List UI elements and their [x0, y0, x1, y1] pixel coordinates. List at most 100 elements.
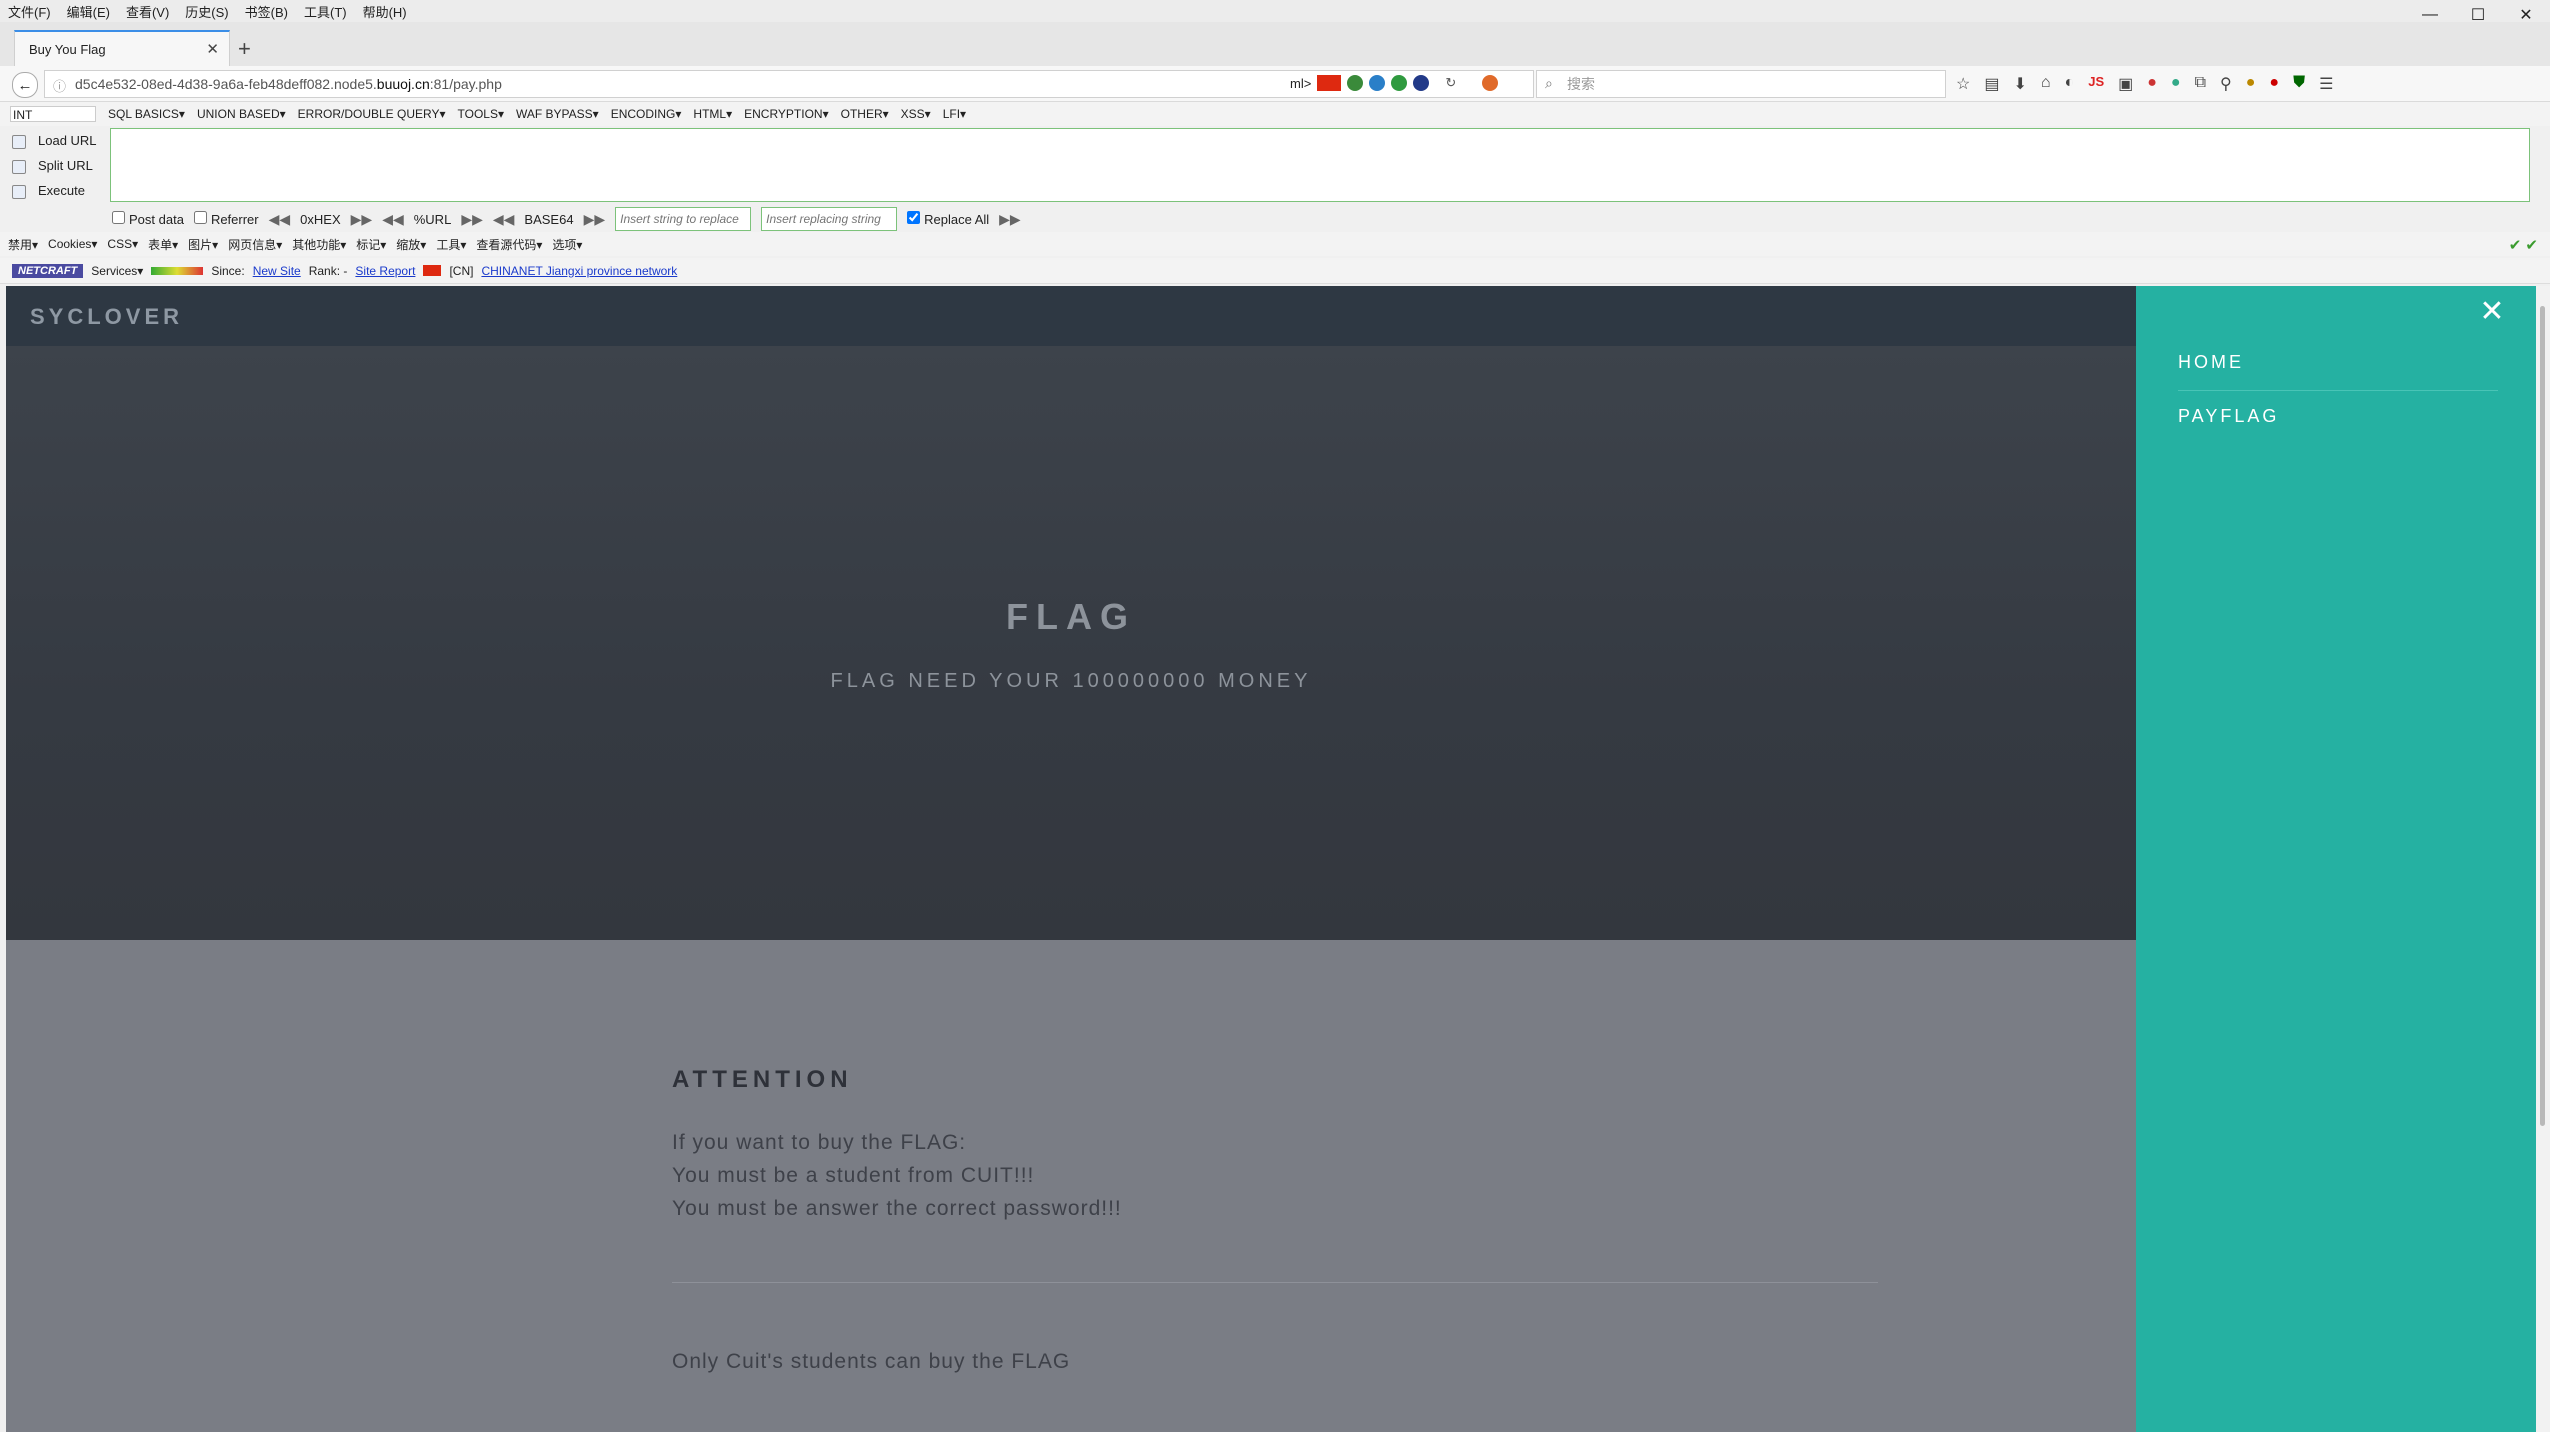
home-icon[interactable]: ⌂ [2041, 74, 2051, 94]
webdev-view-source[interactable]: 查看源代码▾ [476, 236, 542, 253]
hex-encode-arrow-icon[interactable]: ▶▶ [351, 211, 373, 228]
sync-icon[interactable]: ⧉ [2195, 74, 2206, 94]
referrer-option[interactable]: Referrer [193, 211, 259, 227]
addon-red-icon[interactable]: ● [2147, 74, 2157, 94]
hackbar-url-textarea[interactable] [110, 128, 2530, 202]
hackbar-type-select[interactable]: INT [10, 106, 96, 122]
replace-find-input[interactable] [615, 207, 752, 231]
scrollbar-thumb[interactable] [2540, 306, 2545, 1126]
download-icon[interactable]: ⬇ [2013, 74, 2026, 94]
shield-icon[interactable]: ⛊ [2293, 74, 2305, 94]
menu-edit[interactable]: 编辑(E) [67, 2, 110, 21]
menu-tools[interactable]: 工具(T) [304, 2, 347, 21]
back-button[interactable]: ← [12, 72, 38, 98]
toolbar-icons: ☆ ▤ ⬇ ⌂ ◐ JS ▣ ● ● ⧉ ⚲ ● ● ⛊ ☰ [1956, 74, 2333, 94]
webdev-cookies[interactable]: Cookies▾ [48, 237, 97, 251]
reload-icon[interactable]: ↻ [1445, 75, 1456, 91]
search-icon: ⌕ [1545, 75, 1553, 91]
search-placeholder: 搜索 [1567, 76, 1595, 92]
web-page: SYCLOVER FLAG FLAG NEED YOUR 100000000 M… [6, 286, 2536, 1432]
netcraft-services[interactable]: Services▾ [91, 264, 143, 278]
php-icon [1347, 75, 1364, 91]
hackbar-other[interactable]: OTHER▾ [841, 107, 889, 121]
menu-bookmarks[interactable]: 书签(B) [245, 2, 288, 21]
network-link[interactable]: CHINANET Jiangxi province network [481, 264, 677, 278]
monkey-icon[interactable]: ● [2246, 74, 2256, 94]
nav-payflag-link[interactable]: PAYFLAG [2178, 406, 2279, 427]
hackbar-waf-bypass[interactable]: WAF BYPASS▾ [516, 107, 599, 121]
replace-with-input[interactable] [761, 207, 898, 231]
zoom-icon[interactable]: ⚲ [2220, 74, 2232, 94]
addon-icon[interactable] [1482, 75, 1499, 91]
url-encode-arrow-icon[interactable]: ▶▶ [461, 211, 483, 228]
site-info-icon[interactable]: ⓘ [53, 76, 66, 95]
hackbar-union-based[interactable]: UNION BASED▾ [197, 107, 286, 121]
webdev-disable[interactable]: 禁用▾ [8, 236, 38, 253]
site-logo[interactable]: SYCLOVER [30, 304, 183, 330]
adblock-icon[interactable]: ● [2269, 74, 2279, 94]
webdev-outline[interactable]: 标记▾ [356, 236, 386, 253]
hex-decode-arrow-icon[interactable]: ◀◀ [269, 211, 291, 228]
new-tab-button[interactable]: + [238, 36, 251, 62]
hackbar-xss[interactable]: XSS▾ [901, 107, 931, 121]
webdev-images[interactable]: 图片▾ [188, 236, 218, 253]
hackbar-encryption[interactable]: ENCRYPTION▾ [744, 107, 828, 121]
hackbar-html[interactable]: HTML▾ [693, 107, 732, 121]
webdev-resize[interactable]: 缩放▾ [396, 236, 426, 253]
hackbar-tools[interactable]: TOOLS▾ [458, 107, 504, 121]
addon-green-icon[interactable]: ● [2171, 74, 2181, 94]
webdev-tools[interactable]: 工具▾ [436, 236, 466, 253]
tab-close-icon[interactable]: ✕ [206, 40, 219, 58]
attention-heading: ATTENTION [672, 1066, 853, 1093]
base64-label: BASE64 [524, 211, 574, 227]
webdev-misc[interactable]: 其他功能▾ [292, 236, 346, 253]
webdev-page-info[interactable]: 网页信息▾ [228, 236, 282, 253]
hackbar-sql-basics[interactable]: SQL BASICS▾ [108, 107, 185, 121]
back-arrow-icon: ← [17, 76, 33, 94]
china-flag-icon [1317, 75, 1342, 91]
hackbar-lfi[interactable]: LFI▾ [943, 107, 966, 121]
url-label: %URL [413, 211, 452, 227]
attention-line: If you want to buy the FLAG: [672, 1131, 967, 1154]
js-icon[interactable]: JS [2088, 74, 2104, 94]
library-icon[interactable]: ▤ [1984, 74, 1999, 94]
webdev-options[interactable]: 选项▾ [552, 236, 582, 253]
webdev-css[interactable]: CSS▾ [107, 237, 138, 251]
divider [672, 1282, 1878, 1283]
close-menu-icon[interactable]: ✕ [2478, 297, 2506, 327]
bookmark-star-icon[interactable]: ☆ [1956, 74, 1970, 94]
netcraft-logo[interactable]: NETCRAFT [12, 263, 84, 278]
hackbar-encoding[interactable]: ENCODING▾ [611, 107, 682, 121]
since-link[interactable]: New Site [253, 264, 301, 278]
menu-file[interactable]: 文件(F) [8, 2, 51, 21]
nav-home-link[interactable]: HOME [2178, 352, 2244, 373]
referrer-checkbox[interactable] [193, 211, 207, 224]
cn-flag-icon [423, 265, 442, 276]
split-url-button[interactable]: Split URL [10, 153, 97, 178]
menu-view[interactable]: 查看(V) [126, 2, 169, 21]
post-data-checkbox[interactable] [112, 211, 125, 224]
execute-button[interactable]: Execute [10, 178, 97, 203]
replace-run-arrow-icon[interactable]: ▶▶ [999, 211, 1021, 228]
menu-history[interactable]: 历史(S) [185, 2, 228, 21]
menu-help[interactable]: 帮助(H) [363, 2, 407, 21]
webdev-forms[interactable]: 表单▾ [148, 236, 178, 253]
post-data-option[interactable]: Post data [112, 211, 184, 227]
hamburger-menu-icon[interactable]: ☰ [2319, 74, 2333, 94]
url-decode-arrow-icon[interactable]: ◀◀ [382, 211, 404, 228]
navigation-bar: ← ⓘ d5c4e532-08ed-4d38-9a6a-feb48deff082… [0, 66, 2550, 102]
wappalyzer-icon [1369, 75, 1386, 91]
site-report-link[interactable]: Site Report [355, 264, 415, 278]
page-scrollbar[interactable] [2536, 286, 2550, 1432]
tab-buy-you-flag[interactable]: Buy You Flag ✕ [14, 30, 230, 66]
hackbar-error-double-query[interactable]: ERROR/DOUBLE QUERY▾ [298, 107, 446, 121]
replace-all-option[interactable]: Replace All [907, 211, 989, 227]
base64-encode-arrow-icon[interactable]: ▶▶ [584, 211, 606, 228]
side-menu-divider [2178, 390, 2498, 391]
replace-all-checkbox[interactable] [907, 211, 921, 224]
screenshot-icon[interactable]: ▣ [2118, 74, 2133, 94]
search-input[interactable]: ⌕ 搜索 [1536, 70, 1946, 98]
base64-decode-arrow-icon[interactable]: ◀◀ [493, 211, 515, 228]
load-url-button[interactable]: Load URL [10, 128, 97, 153]
extension-icon[interactable]: ◐ [2065, 74, 2075, 94]
